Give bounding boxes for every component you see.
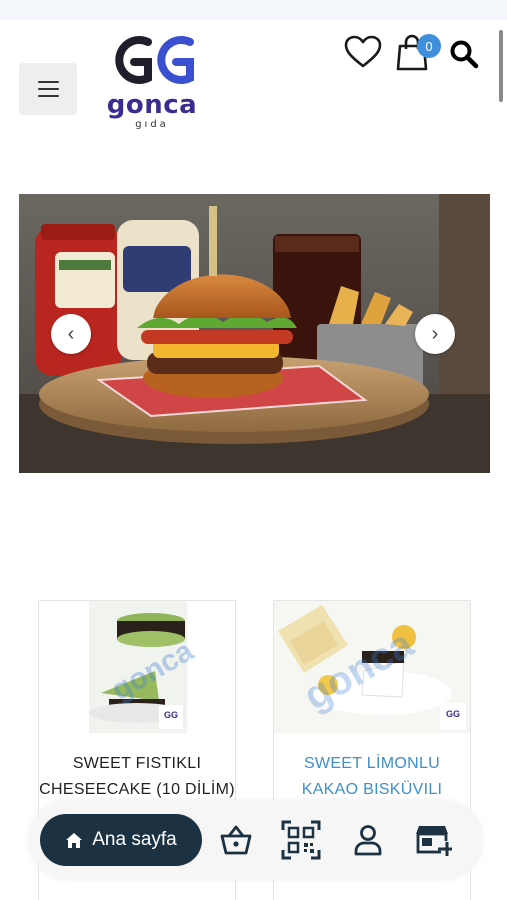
menu-button[interactable] xyxy=(19,63,77,115)
qr-code-icon[interactable] xyxy=(279,818,323,862)
basket-icon[interactable] xyxy=(214,818,258,862)
home-icon xyxy=(66,832,83,848)
product-title[interactable]: SWEET FISTIKLI CHESEECAKE (10 DİLİM) xyxy=(39,751,235,803)
home-nav-label: Ana sayfa xyxy=(92,829,177,850)
chevron-left-icon: ‹ xyxy=(67,322,75,345)
user-icon[interactable] xyxy=(346,818,390,862)
product-title-line1: SWEET FISTIKLI xyxy=(72,755,202,772)
home-nav-button[interactable]: Ana sayfa xyxy=(40,814,202,866)
slider-prev-button[interactable]: ‹ xyxy=(51,314,91,354)
store-icon[interactable] xyxy=(412,818,456,862)
logo-wordmark: gonca xyxy=(106,90,198,120)
mini-logo: GG xyxy=(164,710,178,720)
search-icon[interactable] xyxy=(448,38,480,70)
product-image[interactable]: gonca GG xyxy=(274,601,470,733)
product-image[interactable]: gonca GG xyxy=(39,601,235,733)
heart-icon[interactable] xyxy=(343,34,383,70)
logo-mark-icon xyxy=(115,36,194,84)
bottom-navigation: Ana sayfa xyxy=(28,800,483,880)
status-strip xyxy=(0,0,507,20)
slider-next-button[interactable]: › xyxy=(415,314,455,354)
menu-icon-bar xyxy=(37,95,59,97)
menu-icon-bar xyxy=(37,88,59,90)
mini-logo: GG xyxy=(446,709,460,719)
product-title-line1: SWEET LİMONLU xyxy=(303,755,441,772)
product-title[interactable]: SWEET LİMONLU KAKAO BISKÜVILI xyxy=(274,751,470,803)
chevron-right-icon: › xyxy=(431,322,439,345)
cart-count-badge: 0 xyxy=(417,34,441,58)
scroll-indicator[interactable] xyxy=(499,30,503,102)
brand-logo[interactable]: gonca gıda xyxy=(104,32,200,132)
logo-subtitle: gıda xyxy=(135,119,169,130)
menu-icon-bar xyxy=(37,81,59,83)
